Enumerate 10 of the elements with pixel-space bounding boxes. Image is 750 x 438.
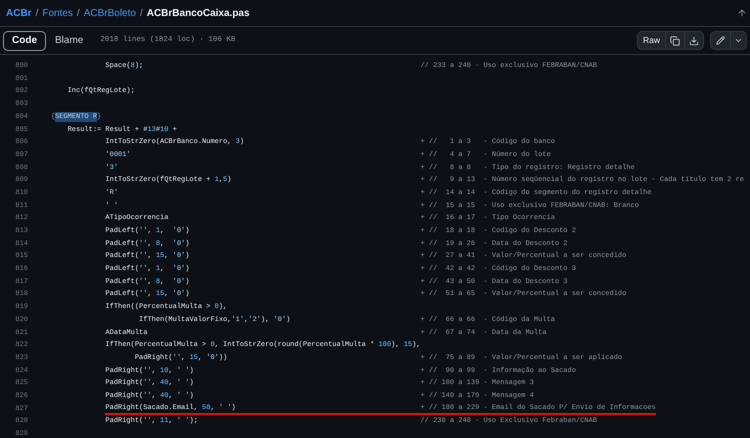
breadcrumb-separator: /: [140, 6, 143, 20]
breadcrumb-link[interactable]: ACBrBoleto: [84, 6, 136, 20]
breadcrumb-link[interactable]: Fontes: [42, 6, 73, 20]
view-tab[interactable]: Blame: [46, 30, 92, 50]
breadcrumb-link[interactable]: ACBr: [6, 6, 32, 20]
arrow-up-icon[interactable]: [737, 8, 747, 18]
breadcrumb-separator: /: [36, 6, 38, 20]
view-tab[interactable]: Code: [3, 30, 46, 50]
breadcrumb-separator: /: [76, 6, 80, 20]
file-name: ACBrBancoCaixa.pas: [146, 6, 250, 20]
